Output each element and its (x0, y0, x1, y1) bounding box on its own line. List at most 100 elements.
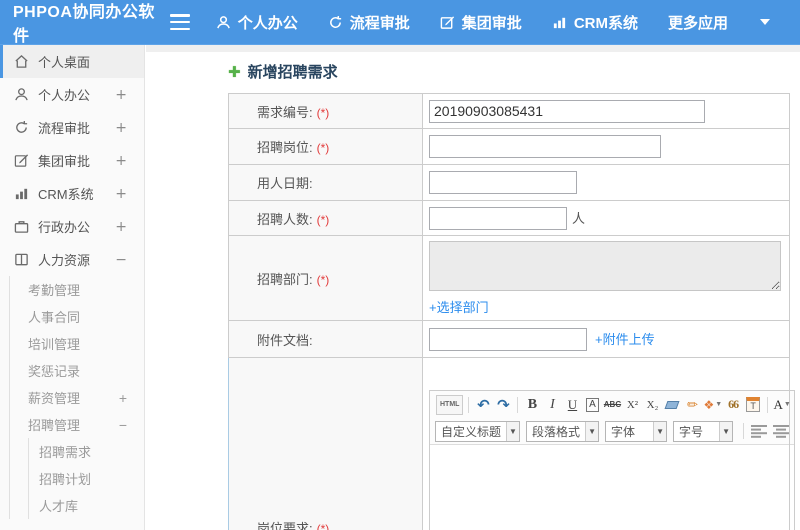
sidebar-item-label: 行政办公 (38, 220, 91, 235)
form-row: 需求编号: (*) (228, 93, 790, 129)
blockquote-icon[interactable]: 66 (724, 395, 742, 415)
required-mark: (*) (316, 105, 330, 120)
nav-label: 流程审批 (349, 14, 410, 32)
form-row: 招聘人数: (*) 人 (228, 200, 790, 236)
headcount-input[interactable] (429, 206, 567, 230)
attachment-input[interactable] (429, 327, 587, 351)
bold-button[interactable]: B (523, 395, 541, 415)
nav-group-approval[interactable]: 集团审批 (440, 12, 522, 33)
field-label: 招聘部门: (257, 271, 313, 287)
toolbar-separator (743, 423, 745, 439)
person-icon (14, 87, 29, 102)
toolbar-separator (468, 396, 470, 413)
format-brush-icon[interactable]: ✏ (683, 395, 701, 415)
sidebar-item-salary[interactable]: 薪资管理 + (10, 384, 144, 411)
subscript-button[interactable]: X₂ (643, 395, 661, 415)
caret-down-icon: ▼ (719, 421, 733, 441)
nav-process-approval[interactable]: 流程审批 (328, 12, 410, 33)
more-apps-caret[interactable] (758, 19, 770, 25)
font-size-select[interactable]: 字号 ▼ (673, 420, 734, 442)
app-logo: PHPOA协同办公软件 (13, 4, 155, 45)
sidebar-item-recruit-plan[interactable]: 招聘计划 (29, 465, 144, 492)
select-department-link[interactable]: +选择部门 (429, 300, 489, 315)
sidebar-item-training[interactable]: 培训管理 (10, 330, 144, 357)
collapse-minus-icon[interactable]: − (119, 417, 127, 433)
custom-title-select[interactable]: 自定义标题 ▼ (435, 420, 521, 442)
superscript-button[interactable]: X² (623, 395, 641, 415)
font-family-select[interactable]: 字体 ▼ (605, 420, 668, 442)
field-label: 需求编号: (257, 104, 313, 120)
sidebar-item-admin-office[interactable]: 行政办公 + (0, 210, 144, 243)
char-border-button[interactable]: A (586, 397, 599, 412)
crm-chart-icon (552, 15, 567, 30)
underline-button[interactable]: U (563, 395, 581, 415)
align-center-icon[interactable] (773, 424, 790, 438)
strikethrough-button[interactable]: ABC (603, 395, 621, 415)
field-label: 招聘岗位: (257, 140, 313, 155)
undo-icon[interactable]: ↶ (474, 395, 492, 415)
nav-label: 个人办公 (237, 14, 298, 32)
menu-toggle-icon[interactable] (170, 14, 190, 30)
sidebar-item-group-approval[interactable]: 集团审批 + (0, 144, 144, 177)
html-source-button[interactable]: HTML (436, 394, 464, 415)
field-label: 岗位要求: (257, 521, 313, 530)
italic-button[interactable]: I (543, 395, 561, 415)
content-top-strip (146, 45, 800, 52)
back-color-button[interactable]: a▼ (793, 395, 794, 415)
sidebar-item-personal-office[interactable]: 个人办公 + (0, 78, 144, 111)
caret-down-icon (760, 19, 770, 25)
toolbar-separator (517, 396, 519, 413)
font-color-button[interactable]: A ▼ (773, 395, 791, 415)
expand-plus-icon[interactable]: + (119, 390, 127, 406)
nav-personal-office[interactable]: 个人办公 (216, 12, 298, 33)
edit-icon (14, 153, 29, 168)
recruit-department-textarea[interactable] (429, 241, 781, 291)
sidebar-item-crm[interactable]: CRM系统 + (0, 177, 144, 210)
top-nav: 个人办公 流程审批 集团审批 CRM系统 更多应用 (216, 12, 800, 33)
nav-crm-system[interactable]: CRM系统 (552, 12, 638, 33)
rich-text-editor: HTML ↶ ↷ B I U A ABC X² X₂ ✏ ❖ ▼ 66 T A … (429, 390, 795, 530)
sidebar-item-attendance[interactable]: 考勤管理 (10, 276, 144, 303)
expand-plus-icon[interactable]: + (115, 120, 127, 136)
collapse-minus-icon[interactable]: − (115, 252, 127, 268)
field-label: 用人日期: (257, 176, 313, 191)
expand-plus-icon[interactable]: + (115, 87, 127, 103)
field-label: 附件文档: (257, 332, 313, 348)
paste-table-icon[interactable]: T (744, 395, 762, 415)
sidebar-item-process-approval[interactable]: 流程审批 + (0, 111, 144, 144)
editor-toolbar-row2: 自定义标题 ▼ 段落格式 ▼ 字体 ▼ 字号 ▼ (430, 418, 794, 445)
expand-plus-icon[interactable]: + (115, 219, 127, 235)
sidebar: 个人桌面 个人办公 + 流程审批 + 集团审批 + CRM系统 + 行政办公 + (0, 45, 145, 530)
briefcase-icon (14, 219, 29, 234)
expand-plus-icon[interactable]: + (115, 153, 127, 169)
attachment-upload-link[interactable]: +附件上传 (595, 332, 655, 347)
form-row: 招聘岗位: (*) (228, 128, 790, 165)
sidebar-item-hr-contract[interactable]: 人事合同 (10, 303, 144, 330)
redo-icon[interactable]: ↷ (494, 395, 512, 415)
editor-toolbar-row1: HTML ↶ ↷ B I U A ABC X² X₂ ✏ ❖ ▼ 66 T A … (430, 391, 794, 418)
editor-content-area[interactable] (430, 445, 794, 530)
expand-plus-icon[interactable]: + (115, 186, 127, 202)
sidebar-item-recruitment[interactable]: 招聘管理 − (10, 411, 144, 438)
unit-suffix: 人 (572, 211, 586, 226)
sidebar-item-rewards[interactable]: 奖惩记录 (10, 357, 144, 384)
align-left-icon[interactable] (751, 424, 768, 438)
sidebar-item-talent-pool[interactable]: 人才库 (29, 492, 144, 519)
eraser-icon[interactable] (663, 395, 681, 415)
demand-number-input[interactable] (429, 99, 705, 123)
sidebar-item-recruit-demand[interactable]: 招聘需求 (29, 438, 144, 465)
hire-date-input[interactable] (429, 171, 577, 194)
recruitment-form: 需求编号:(*) 招聘岗位:(*) 用人日期: 招聘人数:(*) 人 招聘部门:… (228, 93, 795, 530)
nav-more-apps[interactable]: 更多应用 (668, 12, 728, 33)
caret-down-icon: ▼ (585, 421, 599, 441)
required-mark: (*) (316, 141, 330, 155)
form-row: 岗位要求: (*) HTML ↶ ↷ B I U A ABC X² X₂ ✏ ❖… (228, 357, 795, 530)
sidebar-item-hr[interactable]: 人力资源 − (0, 243, 144, 276)
sidebar-item-label: CRM系统 (38, 187, 94, 202)
paragraph-format-select[interactable]: 段落格式 ▼ (526, 420, 600, 442)
form-row: 招聘部门: (*) +选择部门 (228, 235, 790, 321)
recruit-position-input[interactable] (429, 135, 661, 158)
sidebar-item-personal-desktop[interactable]: 个人桌面 (0, 45, 144, 78)
doodle-color-icon[interactable]: ❖ ▼ (703, 395, 722, 415)
nav-label: 集团审批 (461, 14, 522, 32)
